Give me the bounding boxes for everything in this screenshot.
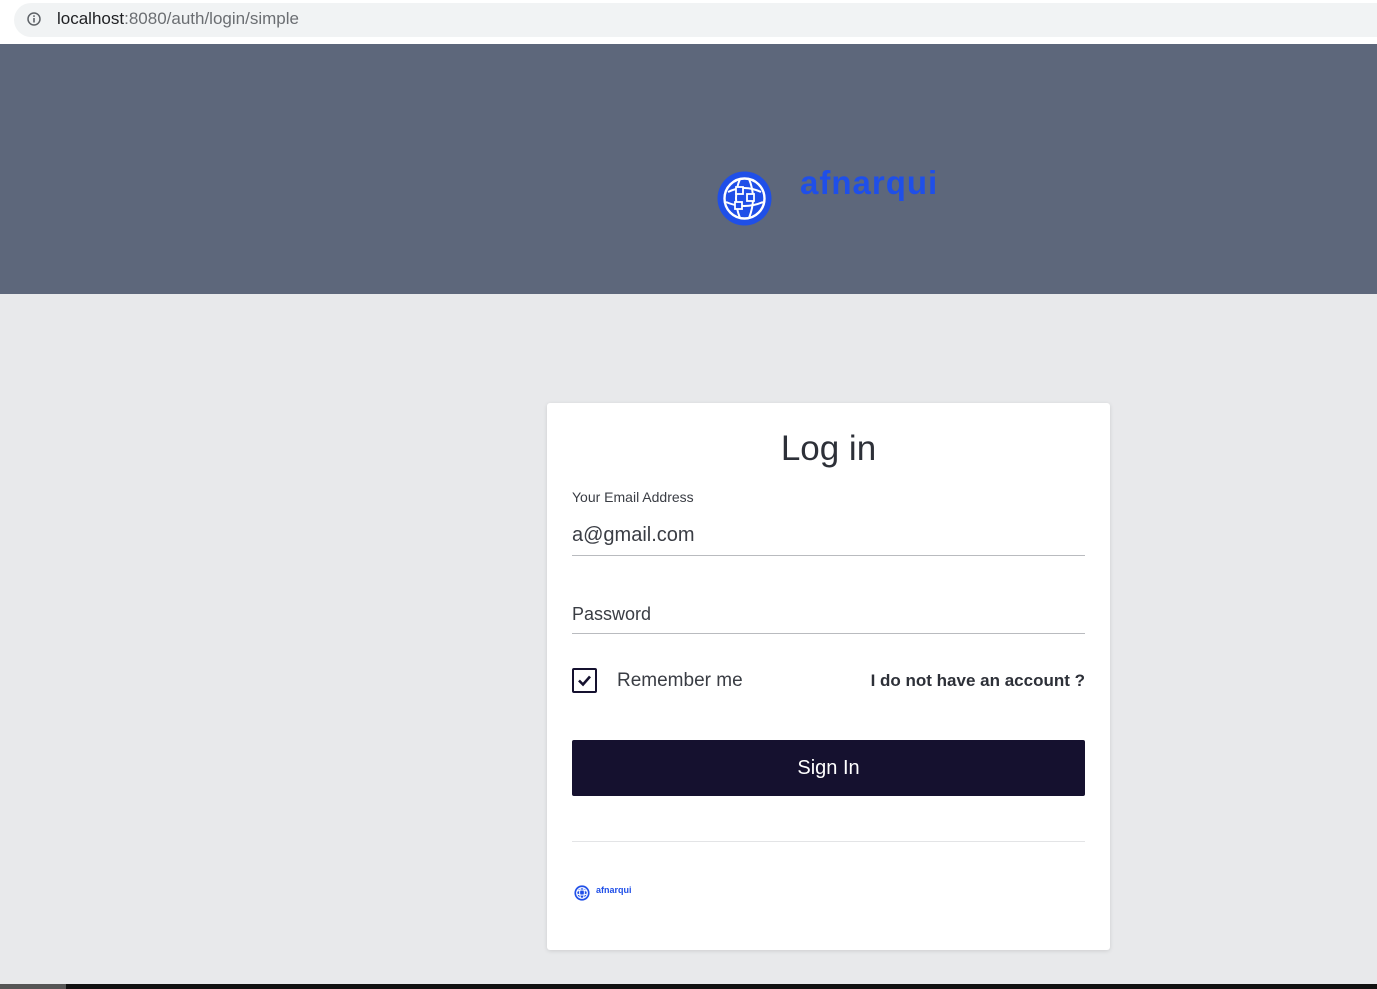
sign-in-button[interactable]: Sign In	[572, 740, 1085, 796]
register-link[interactable]: I do not have an account ?	[871, 670, 1085, 692]
login-card: Log in Your Email Address Remember me I …	[547, 403, 1110, 950]
footer-brand-name: afnarqui	[596, 885, 632, 895]
info-icon[interactable]	[27, 12, 41, 26]
globe-network-icon	[716, 170, 773, 227]
divider	[572, 841, 1085, 842]
browser-address-bar: localhost:8080/auth/login/simple	[0, 0, 1377, 44]
email-label: Your Email Address	[572, 489, 694, 505]
page-title: Log in	[780, 429, 877, 468]
globe-network-icon	[574, 885, 590, 901]
remember-me-checkbox[interactable]	[572, 668, 597, 693]
brand-name: afnarqui	[800, 164, 939, 201]
url-path: :8080/auth/login/simple	[124, 9, 299, 28]
url-host: localhost	[57, 9, 125, 28]
password-field[interactable]	[572, 595, 1085, 634]
scrollbar-thumb[interactable]	[0, 984, 66, 989]
page-header	[0, 44, 1377, 294]
url-text[interactable]: localhost:8080/auth/login/simple	[57, 9, 299, 29]
horizontal-scrollbar[interactable]	[0, 984, 1377, 989]
remember-me-label[interactable]: Remember me	[617, 669, 743, 693]
checkmark-icon	[578, 675, 591, 687]
email-field[interactable]	[572, 515, 1085, 556]
